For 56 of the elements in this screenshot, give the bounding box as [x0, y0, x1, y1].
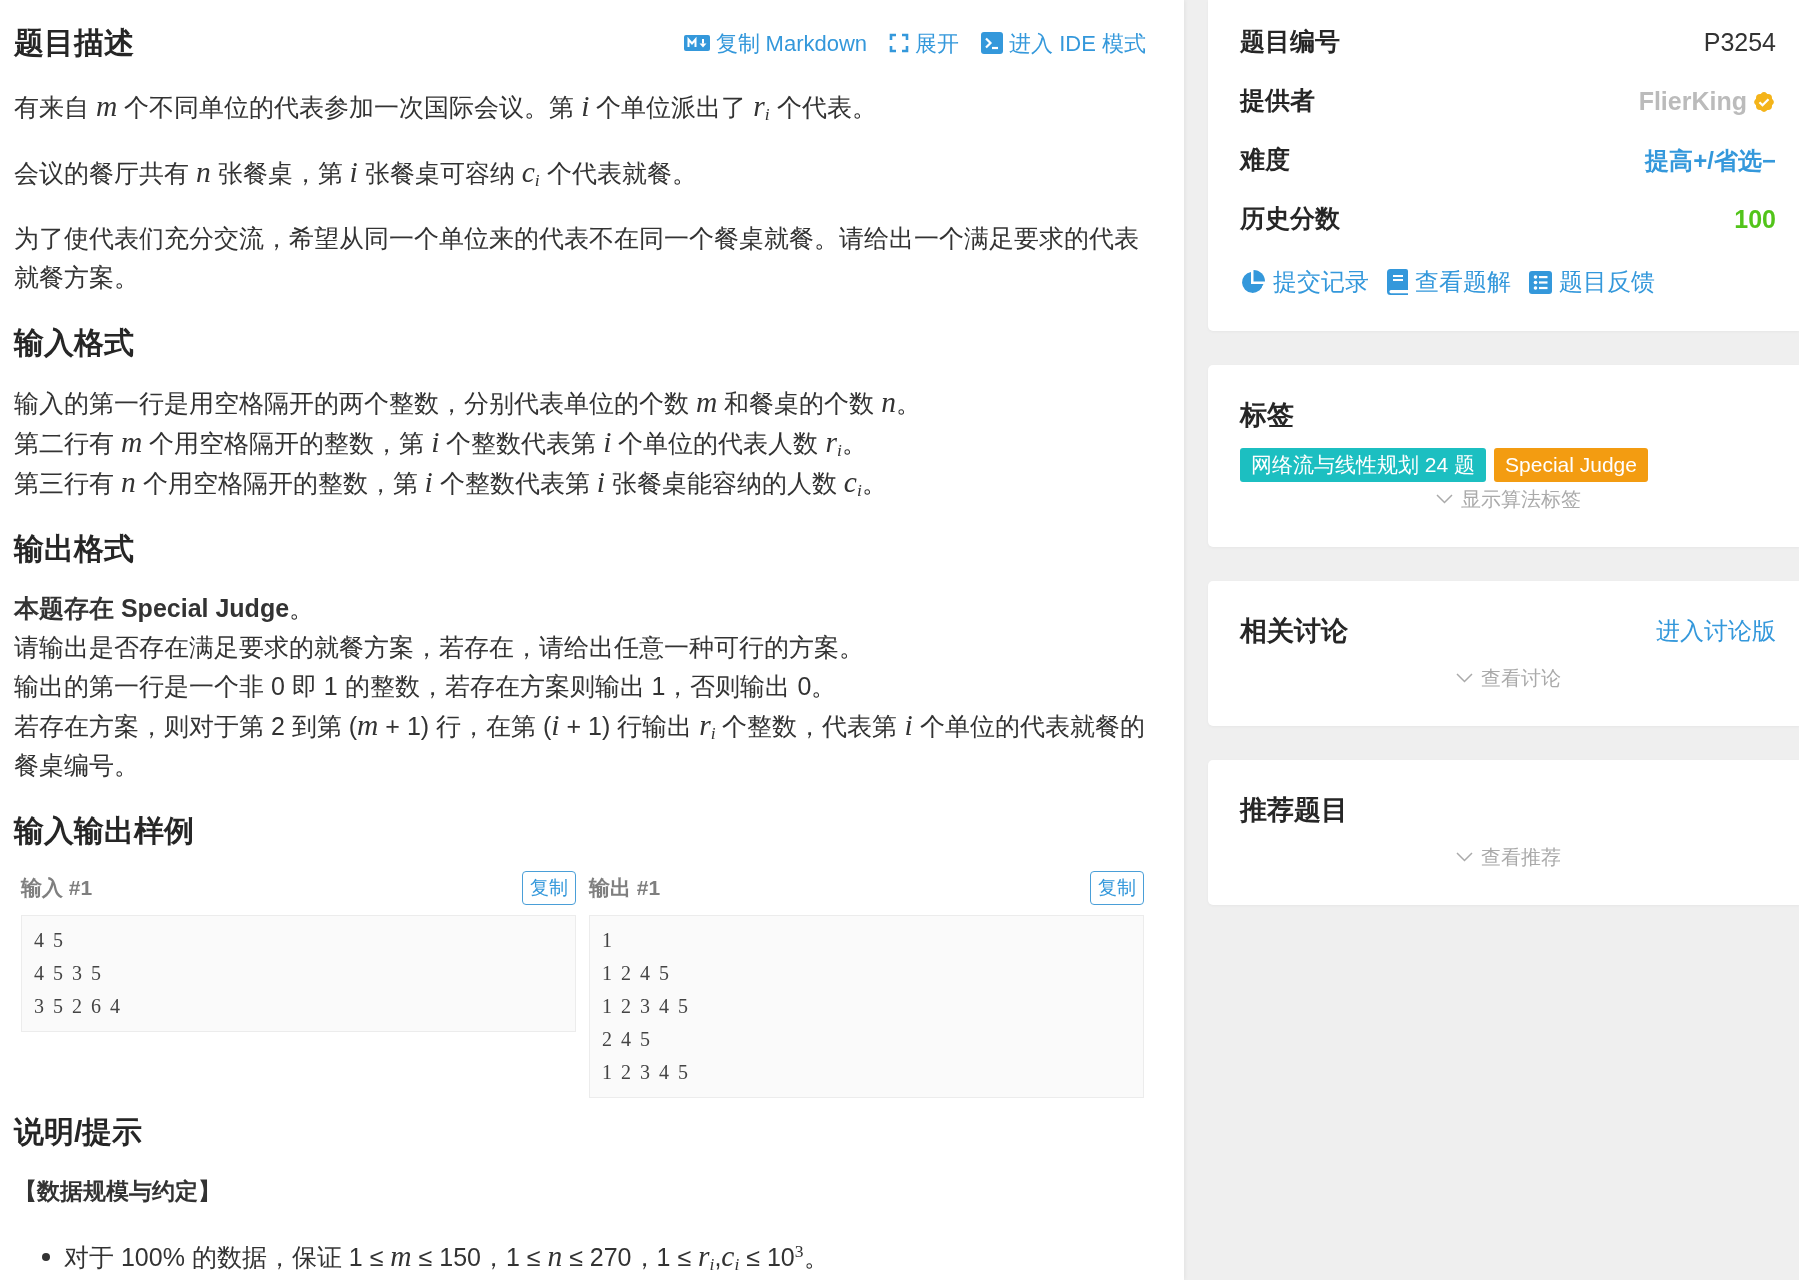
paragraph-text: 第二行有 m 个用空格隔开的整数，第 i 个整数代表第 i 个单位的代表人数 r$_{i}$。 — [14, 425, 868, 463]
terminal-icon — [981, 32, 1004, 54]
tag[interactable]: 网络流与线性规划 24 题 — [1240, 448, 1487, 482]
chevron-down-icon — [1455, 673, 1473, 683]
expand-link[interactable]: 展开 — [889, 26, 960, 60]
field-label: 难度 — [1240, 145, 1290, 176]
sample-code-block: 1 1 2 4 5 1 2 3 4 5 2 4 5 1 2 3 4 5 — [589, 915, 1144, 1098]
subheading-text: 【数据规模与约定】 — [14, 1177, 222, 1206]
paragraph-text: 为了使代表们充分交流，希望从同一个单位来的代表不在同一个餐桌就餐。请给出一个满足要求的代表就餐方案。 — [14, 223, 1140, 293]
card-title: 推荐题目 — [1240, 794, 1348, 827]
card-title: 标签 — [1240, 399, 1295, 432]
ide-mode-link[interactable]: 进入 IDE 模式 — [981, 26, 1146, 60]
discussion-board-link[interactable]: 进入讨论版 — [1656, 613, 1776, 649]
chevron-down-icon — [1455, 852, 1473, 862]
paragraph-text: 输入的第一行是用空格隔开的两个整数，分别代表单位的个数 m 和餐桌的个数 n。 — [14, 385, 922, 420]
paragraph-text: 输出的第一行是一个非 0 即 1 的整数，若存在方案则输出 1，否则输出 0。 — [14, 671, 838, 702]
paragraph-text: 若存在方案，则对于第 2 到第 (m + 1) 行，在第 (i + 1) 行输出 r$_{i}$ 个整数，代表第 i 个单位的代表就餐的餐桌编号。 — [14, 708, 1146, 781]
field-label: 题目编号 — [1240, 27, 1340, 58]
section-heading: 说明/提示 — [14, 1114, 143, 1150]
paragraph-text: 有来自 m 个不同单位的代表参加一次国际会议。第 i 个单位派出了 r$_{i}$ 个代表。 — [14, 89, 878, 127]
solutions-link[interactable]: 查看题解 — [1387, 264, 1511, 300]
copy-button[interactable]: 复制 — [1090, 871, 1144, 905]
list-icon — [1529, 270, 1552, 294]
difficulty-value: 提高+/省选− — [1645, 145, 1776, 176]
section-heading: 输入输出样例 — [14, 813, 194, 849]
show-tags-toggle[interactable]: 显示算法标签 — [1435, 484, 1581, 514]
field-label: 历史分数 — [1240, 204, 1340, 235]
chevron-down-icon — [1435, 494, 1453, 504]
section-heading: 输入格式 — [14, 325, 134, 361]
section-heading: 输出格式 — [14, 531, 134, 567]
field-label: 提供者 — [1240, 86, 1315, 117]
pie-chart-icon — [1240, 269, 1266, 295]
bullet-icon — [42, 1253, 50, 1261]
expand-icon — [889, 33, 910, 53]
view-recommendations-toggle[interactable]: 查看推荐 — [1455, 842, 1561, 872]
copy-button[interactable]: 复制 — [522, 871, 576, 905]
username-link[interactable]: FlierKing — [1638, 82, 1747, 121]
sample-code-block: 4 5 4 5 3 5 3 5 2 6 4 — [21, 915, 576, 1032]
view-discussion-toggle[interactable]: 查看讨论 — [1455, 663, 1561, 693]
copy-markdown-link[interactable]: 复制 Markdown — [683, 26, 868, 60]
paragraph-text: 本题存在 Special Judge。 — [14, 593, 316, 624]
tag[interactable]: Special Judge — [1494, 448, 1648, 482]
feedback-link[interactable]: 题目反馈 — [1529, 264, 1655, 300]
paragraph-text: 会议的餐厅共有 n 张餐桌，第 i 张餐桌可容纳 c$_{i}$ 个代表就餐。 — [14, 155, 698, 193]
book-icon — [1387, 269, 1408, 295]
card-title: 相关讨论 — [1240, 615, 1348, 648]
paragraph-text: 请输出是否存在满足要求的就餐方案，若存在，请给出任意一种可行的方案。 — [14, 632, 865, 663]
submission-records-link[interactable]: 提交记录 — [1240, 264, 1369, 300]
score-value: 100 — [1734, 203, 1776, 235]
list-item-text: 对于 100% 的数据，保证 1 ≤ m ≤ 150，1 ≤ n ≤ 270，1 ≤ r$_{i}$,c$_{i}$ ≤ 10$^{3}$。 — [64, 1239, 829, 1277]
paragraph-text: 第三行有 n 个用空格隔开的整数，第 i 个整数代表第 i 张餐桌能容纳的人数 c$_{i}$。 — [14, 465, 888, 503]
section-heading: 题目描述 — [14, 25, 134, 61]
sample-label: 输入 #1 — [21, 875, 93, 902]
markdown-icon — [683, 35, 710, 51]
problem-id-value: P3254 — [1703, 26, 1776, 58]
sample-label: 输出 #1 — [589, 875, 661, 902]
